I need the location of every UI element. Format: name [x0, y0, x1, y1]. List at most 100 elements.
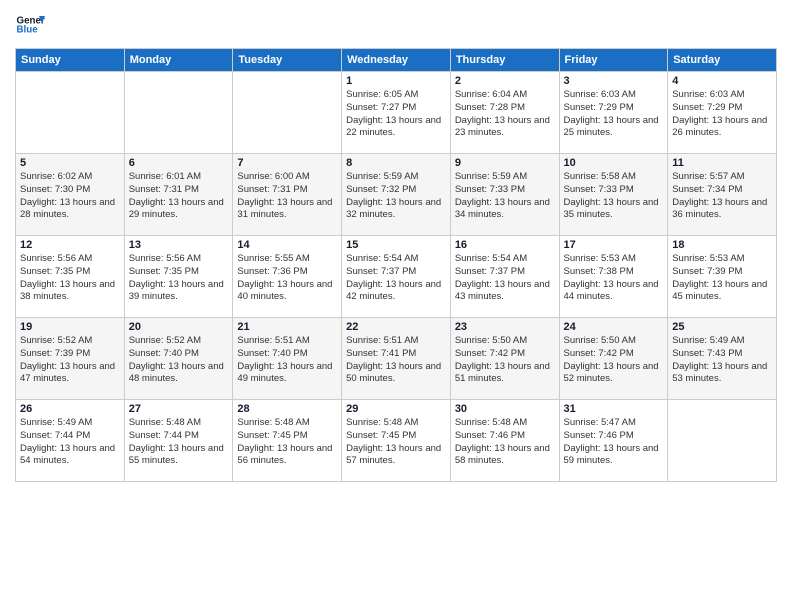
day-info: Sunrise: 5:50 AM Sunset: 7:42 PM Dayligh… [564, 335, 664, 386]
empty-cell [233, 72, 342, 154]
day-number: 31 [564, 403, 664, 415]
day-number: 13 [129, 239, 229, 251]
calendar-day-9: 9 Sunrise: 5:59 AM Sunset: 7:33 PM Daylig… [450, 154, 559, 236]
calendar-day-13: 13 Sunrise: 5:56 AM Sunset: 7:35 PM Dayli… [124, 236, 233, 318]
day-info: Sunrise: 5:48 AM Sunset: 7:45 PM Dayligh… [237, 417, 337, 468]
calendar-day-15: 15Sunrise: 5:54 AM Sunset: 7:37 PM Dayli… [342, 236, 451, 318]
day-number: 20 [129, 321, 229, 333]
calendar-day-20: 20 Sunrise: 5:52 AM Sunset: 7:40 PM Dayli… [124, 318, 233, 400]
col-header-saturday: Saturday [668, 49, 777, 72]
day-info: Sunrise: 5:53 AM Sunset: 7:38 PM Dayligh… [564, 253, 664, 304]
day-number: 1 [346, 75, 446, 87]
day-number: 21 [237, 321, 337, 333]
calendar-day-28: 28 Sunrise: 5:48 AM Sunset: 7:45 PM Dayli… [233, 400, 342, 482]
col-header-sunday: Sunday [16, 49, 125, 72]
calendar-day-5: 5Sunrise: 6:02 AM Sunset: 7:30 PM Daylig… [16, 154, 125, 236]
day-info: Sunrise: 5:57 AM Sunset: 7:34 PM Dayligh… [672, 171, 772, 222]
calendar-day-21: 21Sunrise: 5:51 AM Sunset: 7:40 PM Dayli… [233, 318, 342, 400]
calendar-day-30: 30 Sunrise: 5:48 AM Sunset: 7:46 PM Dayli… [450, 400, 559, 482]
day-number: 2 [455, 75, 555, 87]
day-number: 6 [129, 157, 229, 169]
day-info: Sunrise: 5:49 AM Sunset: 7:43 PM Dayligh… [672, 335, 772, 386]
day-number: 10 [564, 157, 664, 169]
logo: General Blue [15, 10, 45, 40]
day-number: 19 [20, 321, 120, 333]
calendar: SundayMondayTuesdayWednesdayThursdayFrid… [15, 48, 777, 482]
day-number: 16 [455, 239, 555, 251]
calendar-day-17: 17 Sunrise: 5:53 AM Sunset: 7:38 PM Dayli… [559, 236, 668, 318]
calendar-day-14: 14Sunrise: 5:55 AM Sunset: 7:36 PM Dayli… [233, 236, 342, 318]
day-info: Sunrise: 5:47 AM Sunset: 7:46 PM Dayligh… [564, 417, 664, 468]
day-number: 12 [20, 239, 120, 251]
logo-icon: General Blue [15, 10, 45, 40]
day-info: Sunrise: 5:52 AM Sunset: 7:40 PM Dayligh… [129, 335, 229, 386]
day-number: 11 [672, 157, 772, 169]
day-number: 9 [455, 157, 555, 169]
calendar-day-19: 19 Sunrise: 5:52 AM Sunset: 7:39 PM Dayli… [16, 318, 125, 400]
day-info: Sunrise: 5:48 AM Sunset: 7:45 PM Dayligh… [346, 417, 446, 468]
calendar-day-29: 29 Sunrise: 5:48 AM Sunset: 7:45 PM Dayli… [342, 400, 451, 482]
day-info: Sunrise: 5:59 AM Sunset: 7:33 PM Dayligh… [455, 171, 555, 222]
calendar-day-10: 10 Sunrise: 5:58 AM Sunset: 7:33 PM Dayli… [559, 154, 668, 236]
day-info: Sunrise: 5:54 AM Sunset: 7:37 PM Dayligh… [346, 253, 446, 304]
col-header-monday: Monday [124, 49, 233, 72]
calendar-day-23: 23 Sunrise: 5:50 AM Sunset: 7:42 PM Dayli… [450, 318, 559, 400]
day-info: Sunrise: 6:02 AM Sunset: 7:30 PM Dayligh… [20, 171, 120, 222]
day-info: Sunrise: 5:58 AM Sunset: 7:33 PM Dayligh… [564, 171, 664, 222]
day-info: Sunrise: 5:59 AM Sunset: 7:32 PM Dayligh… [346, 171, 446, 222]
empty-cell [668, 400, 777, 482]
day-number: 3 [564, 75, 664, 87]
day-info: Sunrise: 5:48 AM Sunset: 7:46 PM Dayligh… [455, 417, 555, 468]
calendar-day-12: 12 Sunrise: 5:56 AM Sunset: 7:35 PM Dayli… [16, 236, 125, 318]
day-number: 17 [564, 239, 664, 251]
calendar-day-8: 8 Sunrise: 5:59 AM Sunset: 7:32 PM Daylig… [342, 154, 451, 236]
calendar-header-row: SundayMondayTuesdayWednesdayThursdayFrid… [16, 49, 777, 72]
day-info: Sunrise: 6:05 AM Sunset: 7:27 PM Dayligh… [346, 89, 446, 140]
day-info: Sunrise: 5:51 AM Sunset: 7:41 PM Dayligh… [346, 335, 446, 386]
day-info: Sunrise: 6:01 AM Sunset: 7:31 PM Dayligh… [129, 171, 229, 222]
day-number: 29 [346, 403, 446, 415]
day-info: Sunrise: 5:50 AM Sunset: 7:42 PM Dayligh… [455, 335, 555, 386]
day-number: 24 [564, 321, 664, 333]
day-info: Sunrise: 5:49 AM Sunset: 7:44 PM Dayligh… [20, 417, 120, 468]
col-header-wednesday: Wednesday [342, 49, 451, 72]
calendar-day-27: 27 Sunrise: 5:48 AM Sunset: 7:44 PM Dayli… [124, 400, 233, 482]
day-number: 18 [672, 239, 772, 251]
day-info: Sunrise: 5:54 AM Sunset: 7:37 PM Dayligh… [455, 253, 555, 304]
day-info: Sunrise: 6:03 AM Sunset: 7:29 PM Dayligh… [564, 89, 664, 140]
day-number: 28 [237, 403, 337, 415]
day-info: Sunrise: 5:56 AM Sunset: 7:35 PM Dayligh… [20, 253, 120, 304]
empty-cell [16, 72, 125, 154]
day-info: Sunrise: 5:56 AM Sunset: 7:35 PM Dayligh… [129, 253, 229, 304]
page: General Blue SundayMondayTuesdayWednesda… [0, 0, 792, 612]
svg-text:Blue: Blue [17, 25, 39, 36]
calendar-day-3: 3 Sunrise: 6:03 AM Sunset: 7:29 PM Daylig… [559, 72, 668, 154]
calendar-day-11: 11 Sunrise: 5:57 AM Sunset: 7:34 PM Dayli… [668, 154, 777, 236]
day-number: 27 [129, 403, 229, 415]
calendar-day-4: 4 Sunrise: 6:03 AM Sunset: 7:29 PM Daylig… [668, 72, 777, 154]
calendar-week-row: 26 Sunrise: 5:49 AM Sunset: 7:44 PM Dayli… [16, 400, 777, 482]
day-info: Sunrise: 6:00 AM Sunset: 7:31 PM Dayligh… [237, 171, 337, 222]
day-number: 14 [237, 239, 337, 251]
day-info: Sunrise: 5:52 AM Sunset: 7:39 PM Dayligh… [20, 335, 120, 386]
day-info: Sunrise: 6:03 AM Sunset: 7:29 PM Dayligh… [672, 89, 772, 140]
calendar-week-row: 12 Sunrise: 5:56 AM Sunset: 7:35 PM Dayli… [16, 236, 777, 318]
day-number: 22 [346, 321, 446, 333]
calendar-day-31: 31 Sunrise: 5:47 AM Sunset: 7:46 PM Dayli… [559, 400, 668, 482]
day-number: 30 [455, 403, 555, 415]
day-number: 8 [346, 157, 446, 169]
col-header-thursday: Thursday [450, 49, 559, 72]
header: General Blue [15, 10, 777, 40]
calendar-day-7: 7Sunrise: 6:00 AM Sunset: 7:31 PM Daylig… [233, 154, 342, 236]
day-info: Sunrise: 5:48 AM Sunset: 7:44 PM Dayligh… [129, 417, 229, 468]
day-number: 23 [455, 321, 555, 333]
day-number: 4 [672, 75, 772, 87]
calendar-day-2: 2 Sunrise: 6:04 AM Sunset: 7:28 PM Daylig… [450, 72, 559, 154]
day-info: Sunrise: 6:04 AM Sunset: 7:28 PM Dayligh… [455, 89, 555, 140]
calendar-day-16: 16 Sunrise: 5:54 AM Sunset: 7:37 PM Dayli… [450, 236, 559, 318]
calendar-week-row: 5Sunrise: 6:02 AM Sunset: 7:30 PM Daylig… [16, 154, 777, 236]
calendar-day-24: 24 Sunrise: 5:50 AM Sunset: 7:42 PM Dayli… [559, 318, 668, 400]
calendar-week-row: 19 Sunrise: 5:52 AM Sunset: 7:39 PM Dayli… [16, 318, 777, 400]
calendar-day-1: 1 Sunrise: 6:05 AM Sunset: 7:27 PM Daylig… [342, 72, 451, 154]
day-number: 26 [20, 403, 120, 415]
